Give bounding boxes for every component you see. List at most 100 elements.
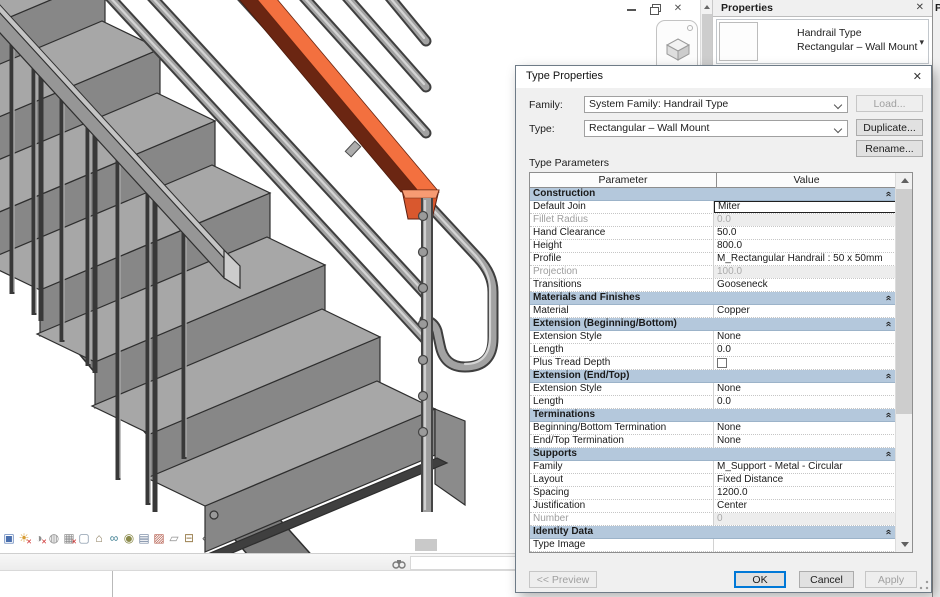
param-row-hand-clearance[interactable]: Hand Clearance50.0	[530, 227, 896, 240]
collapse-section-icon[interactable]: «	[882, 529, 894, 535]
checkbox[interactable]	[717, 358, 727, 368]
section-row-extension-end-top[interactable]: Extension (End/Top)«	[530, 370, 896, 383]
param-row-transitions[interactable]: TransitionsGooseneck	[530, 279, 896, 292]
param-value[interactable]	[714, 357, 896, 369]
temporary-hide-isolate-icon[interactable]: ∞	[107, 530, 121, 546]
family-dropdown[interactable]: System Family: Handrail Type	[584, 96, 848, 113]
param-value[interactable]: Copper	[714, 305, 896, 317]
close-view-icon[interactable]: ✕	[672, 3, 684, 15]
sun-path-icon[interactable]: ☀✕	[17, 530, 31, 546]
param-row-family[interactable]: FamilyM_Support - Metal - Circular	[530, 461, 896, 474]
param-row-material[interactable]: MaterialCopper	[530, 305, 896, 318]
param-value[interactable]: Miter	[714, 201, 896, 213]
section-row-materials-and-finishes[interactable]: Materials and Finishes«	[530, 292, 896, 305]
show-rendering-dialog-icon[interactable]: ◍	[47, 530, 61, 546]
dialog-title: Type Properties	[526, 70, 603, 82]
binoculars-icon[interactable]	[392, 558, 406, 569]
param-row-spacing[interactable]: Spacing1200.0	[530, 487, 896, 500]
param-row-type-image[interactable]: Type Image	[530, 539, 896, 552]
param-row-plus-tread-depth[interactable]: Plus Tread Depth	[530, 357, 896, 370]
temporary-view-properties-icon[interactable]: ▤	[137, 530, 151, 546]
type-dropdown[interactable]: Rectangular – Wall Mount	[584, 120, 848, 137]
chevron-down-icon[interactable]: ▾	[919, 37, 924, 48]
collapse-section-icon[interactable]: «	[882, 412, 894, 418]
param-row-extension-style[interactable]: Extension StyleNone	[530, 331, 896, 344]
steering-wheel-cube-icon[interactable]	[665, 37, 691, 61]
param-value[interactable]: Gooseneck	[714, 279, 896, 291]
table-scrollbar[interactable]	[895, 173, 912, 552]
section-row-extension-beginning-bottom[interactable]: Extension (Beginning/Bottom)«	[530, 318, 896, 331]
section-row-terminations[interactable]: Terminations«	[530, 409, 896, 422]
show-crop-region-icon[interactable]: ▢	[77, 530, 91, 546]
param-value[interactable]	[714, 539, 896, 551]
reveal-hidden-elements-icon[interactable]: ◉	[122, 530, 136, 546]
param-name: Profile	[530, 253, 714, 265]
collapse-section-icon[interactable]: «	[882, 321, 894, 327]
param-value[interactable]: Center	[714, 500, 896, 512]
param-value[interactable]: M_Rectangular Handrail : 50 x 50mm	[714, 253, 896, 265]
type-properties-dialog: Type Properties ✕ Family: System Family:…	[515, 65, 932, 593]
resize-grip[interactable]	[919, 580, 929, 590]
highlight-displacement-sets-icon[interactable]: ▱	[167, 530, 181, 546]
unlocked-3d-view-icon[interactable]: ⌂	[92, 530, 106, 546]
param-row-length[interactable]: Length0.0	[530, 344, 896, 357]
param-value[interactable]: None	[714, 383, 896, 395]
rename-button[interactable]: Rename...	[856, 140, 923, 157]
ok-button[interactable]: OK	[734, 571, 786, 588]
param-value[interactable]: 50.0	[714, 227, 896, 239]
horizontal-scrollbar-thumb[interactable]	[415, 539, 437, 551]
crop-view-icon[interactable]: ▦✕	[62, 530, 76, 546]
param-value[interactable]: None	[714, 435, 896, 447]
value-column-header[interactable]: Value	[717, 173, 896, 187]
properties-panel-title[interactable]: Properties ✕	[713, 0, 932, 17]
param-row-layout[interactable]: LayoutFixed Distance	[530, 474, 896, 487]
close-dialog-icon[interactable]: ✕	[913, 70, 922, 83]
cancel-button[interactable]: Cancel	[799, 571, 854, 588]
close-panel-icon[interactable]: ✕	[916, 2, 924, 13]
param-value[interactable]: 1200.0	[714, 487, 896, 499]
param-row-beginning-bottom-termination[interactable]: Beginning/Bottom TerminationNone	[530, 422, 896, 435]
param-value[interactable]: Fixed Distance	[714, 474, 896, 486]
minimize-icon[interactable]	[626, 3, 638, 15]
duplicate-button[interactable]: Duplicate...	[856, 119, 923, 136]
collapse-section-icon[interactable]: «	[882, 295, 894, 301]
section-row-identity-data[interactable]: Identity Data«	[530, 526, 896, 539]
type-selector-dropdown[interactable]: Handrail Type Rectangular – Wall Mount ▾	[716, 19, 929, 64]
collapse-section-icon[interactable]: «	[882, 191, 894, 197]
scroll-down-icon[interactable]	[901, 542, 909, 547]
status-search-input[interactable]	[410, 556, 520, 570]
param-row-default-join[interactable]: Default JoinMiter	[530, 201, 896, 214]
navbar-options-icon[interactable]	[687, 25, 693, 31]
param-row-extension-style[interactable]: Extension StyleNone	[530, 383, 896, 396]
param-row-length[interactable]: Length0.0	[530, 396, 896, 409]
param-value[interactable]: M_Support - Metal - Circular	[714, 461, 896, 473]
type-selector-family: Handrail Type	[797, 27, 862, 39]
section-row-construction[interactable]: Construction«	[530, 188, 896, 201]
param-row-fillet-radius: Fillet Radius0.0	[530, 214, 896, 227]
dialog-title-bar[interactable]: Type Properties ✕	[516, 66, 931, 88]
show-analytical-model-icon[interactable]: ▨	[152, 530, 166, 546]
collapse-section-icon[interactable]: «	[882, 373, 894, 379]
scrollbar-thumb[interactable]	[896, 189, 912, 414]
param-value[interactable]: None	[714, 422, 896, 434]
scroll-up-icon[interactable]	[704, 5, 710, 9]
param-value[interactable]: 800.0	[714, 240, 896, 252]
visual-style-icon[interactable]: ▣	[2, 530, 16, 546]
expand-view-control-bar-icon[interactable]: ‹	[197, 530, 211, 546]
param-value[interactable]: None	[714, 331, 896, 343]
scroll-up-icon[interactable]	[901, 178, 909, 183]
param-value[interactable]: 0.0	[714, 344, 896, 356]
param-row-profile[interactable]: ProfileM_Rectangular Handrail : 50 x 50m…	[530, 253, 896, 266]
param-row-end-top-termination[interactable]: End/Top TerminationNone	[530, 435, 896, 448]
parameter-column-header[interactable]: Parameter	[530, 173, 717, 187]
restore-icon[interactable]	[649, 3, 661, 15]
param-row-height[interactable]: Height800.0	[530, 240, 896, 253]
shadows-icon[interactable]: ◑✕	[32, 530, 46, 546]
reveal-constraints-icon[interactable]: ⊟	[182, 530, 196, 546]
handrail-wall-support	[345, 141, 360, 157]
section-row-supports[interactable]: Supports«	[530, 448, 896, 461]
table-header: Parameter Value	[530, 173, 896, 188]
param-row-justification[interactable]: JustificationCenter	[530, 500, 896, 513]
param-value[interactable]: 0.0	[714, 396, 896, 408]
collapse-section-icon[interactable]: «	[882, 451, 894, 457]
